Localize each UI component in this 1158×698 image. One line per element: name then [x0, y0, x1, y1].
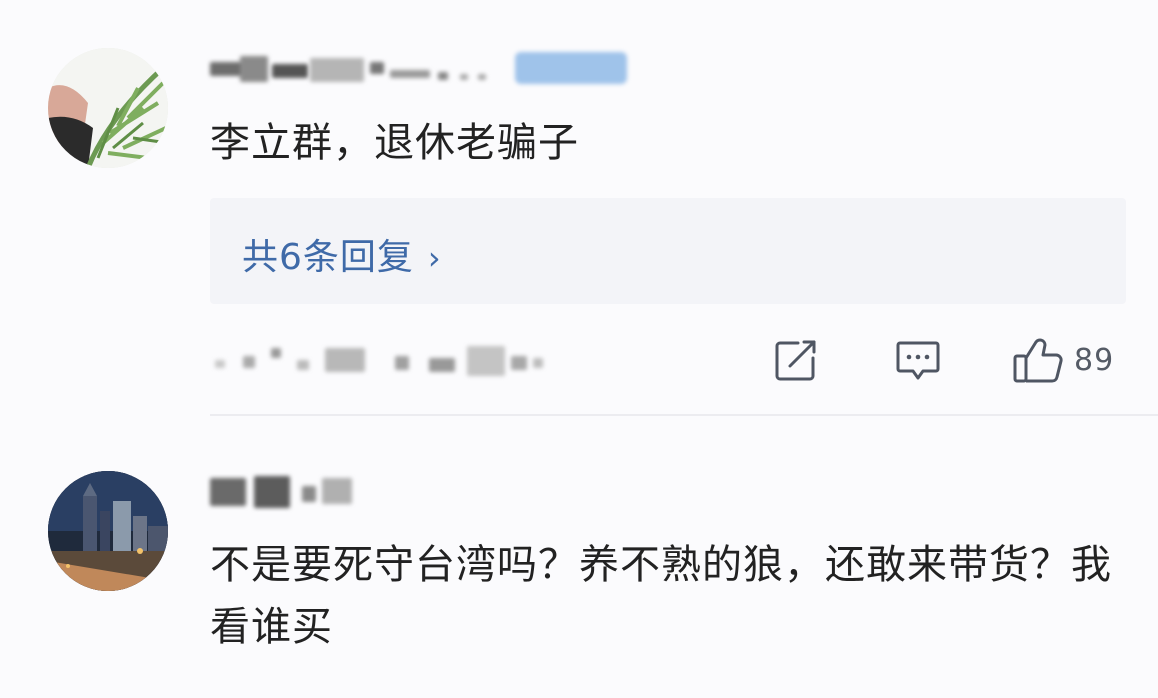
share-edit-button[interactable]: [774, 338, 818, 382]
chevron-right-icon: ›: [427, 239, 442, 277]
avatar-plant-photo-icon: [48, 48, 168, 168]
reply-summary-box[interactable]: 共6条回复 ›: [210, 198, 1126, 304]
comment-divider: [210, 414, 1158, 416]
comment-button[interactable]: [895, 338, 941, 382]
view-replies-label: 共6条回复: [242, 237, 414, 278]
like-count: 89: [1074, 342, 1115, 378]
like-button[interactable]: 89: [1012, 338, 1115, 383]
username-redacted[interactable]: [210, 474, 370, 508]
comment-text: 不是要死守台湾吗？养不熟的狼，还敢来带货？我看谁买: [210, 542, 1112, 650]
comment-meta-redacted: [215, 342, 555, 382]
avatar[interactable]: [48, 48, 168, 168]
comment-text: 李立群，退休老骗子: [210, 120, 579, 166]
view-replies-link[interactable]: 共6条回复 ›: [242, 228, 442, 280]
username-redacted[interactable]: [210, 52, 630, 86]
comment-item: 李立群，退休老骗子 共6条回复 › 89: [0, 0, 1158, 420]
comment-list: 李立群，退休老骗子 共6条回复 › 89 不是要死守台湾吗？养不熟的狼，还敢来带…: [0, 0, 1158, 698]
comment-bubble-icon: [896, 341, 940, 380]
avatar-city-night-photo-icon: [48, 471, 168, 591]
avatar[interactable]: [48, 471, 168, 591]
share-edit-icon: [775, 340, 816, 381]
comment-item: 不是要死守台湾吗？养不熟的狼，还敢来带货？我看谁买: [0, 432, 1158, 698]
thumbs-up-icon: [1013, 338, 1063, 383]
